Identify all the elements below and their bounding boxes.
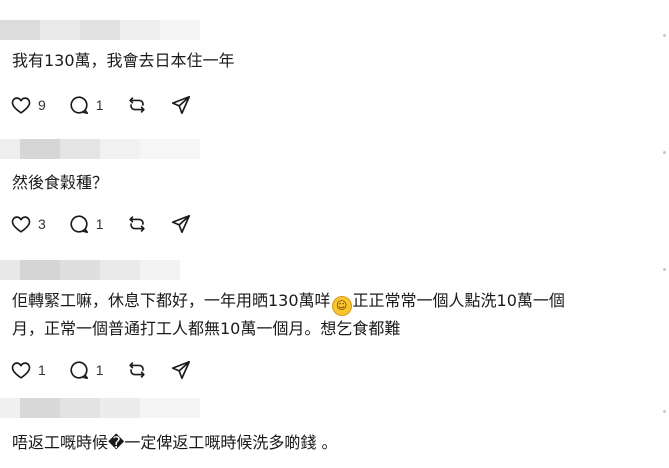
heart-icon <box>11 97 31 114</box>
repost-button[interactable] <box>126 359 148 381</box>
send-icon <box>171 214 190 234</box>
comment-text-part: 月，正常一個普通打工人都無10萬一個月。想乞食都難 <box>12 319 401 338</box>
comment-actions: 1 1 <box>10 358 214 382</box>
send-icon <box>171 95 190 115</box>
like-count: 3 <box>38 216 46 232</box>
share-button[interactable] <box>170 359 192 381</box>
like-button[interactable]: 1 <box>10 359 46 381</box>
reply-button[interactable]: 1 <box>68 94 104 116</box>
comment-text: 然後食穀種？ <box>12 173 109 192</box>
reply-count: 1 <box>95 97 104 113</box>
heart-icon <box>11 216 31 233</box>
laughing-emoji-icon: ☺ <box>331 296 352 316</box>
like-button[interactable]: 9 <box>10 94 46 116</box>
like-count: 1 <box>38 362 46 378</box>
blurred-username <box>0 398 200 418</box>
reply-button[interactable]: 1 <box>68 213 104 235</box>
like-count: 9 <box>38 97 46 113</box>
blurred-username <box>0 139 200 159</box>
repost-button[interactable] <box>126 213 148 235</box>
scroll-indicator <box>663 151 666 154</box>
comment-actions: 3 1 <box>10 212 214 236</box>
comment-bubble-icon <box>70 96 88 115</box>
comment-text: 佢轉緊工嘛，休息下都好，一年用晒130萬咩 ☺ 正正常常一個人點洗10萬一個 月，正… <box>12 288 655 342</box>
repost-icon <box>128 362 145 378</box>
heart-icon <box>11 362 31 379</box>
comment: 我有130萬，我會去日本住一年 9 1 <box>0 0 669 119</box>
blurred-username <box>0 260 200 280</box>
reply-button[interactable]: 1 <box>68 359 104 381</box>
scroll-indicator <box>663 268 666 271</box>
scroll-indicator <box>663 410 666 413</box>
comment: 唔返工嘅時候�一定俾返工嘅時候洗多啲錢 。 <box>0 398 669 468</box>
comment-text: 唔返工嘅時候�一定俾返工嘅時候洗多啲錢 。 <box>12 433 338 452</box>
blurred-username <box>0 20 200 40</box>
scroll-indicator <box>663 34 666 37</box>
comment-text-part: 正正常常一個人點洗10萬一個 <box>352 291 565 310</box>
comment-text-part: 佢轉緊工嘛，休息下都好，一年用晒130萬咩 <box>12 291 331 310</box>
share-button[interactable] <box>170 94 192 116</box>
like-button[interactable]: 3 <box>10 213 46 235</box>
comment-bubble-icon <box>70 361 88 380</box>
share-button[interactable] <box>170 213 192 235</box>
comment-bubble-icon <box>70 215 88 234</box>
comment-text: 我有130萬，我會去日本住一年 <box>12 51 235 70</box>
comment: 然後食穀種？ 3 1 <box>0 119 669 242</box>
comment-actions: 9 1 <box>10 93 214 117</box>
repost-icon <box>128 216 145 232</box>
reply-count: 1 <box>95 362 104 378</box>
repost-button[interactable] <box>126 94 148 116</box>
repost-icon <box>128 97 145 113</box>
comment: 佢轉緊工嘛，休息下都好，一年用晒130萬咩 ☺ 正正常常一個人點洗10萬一個 月，正… <box>0 242 669 400</box>
reply-count: 1 <box>95 216 104 232</box>
send-icon <box>171 360 190 380</box>
